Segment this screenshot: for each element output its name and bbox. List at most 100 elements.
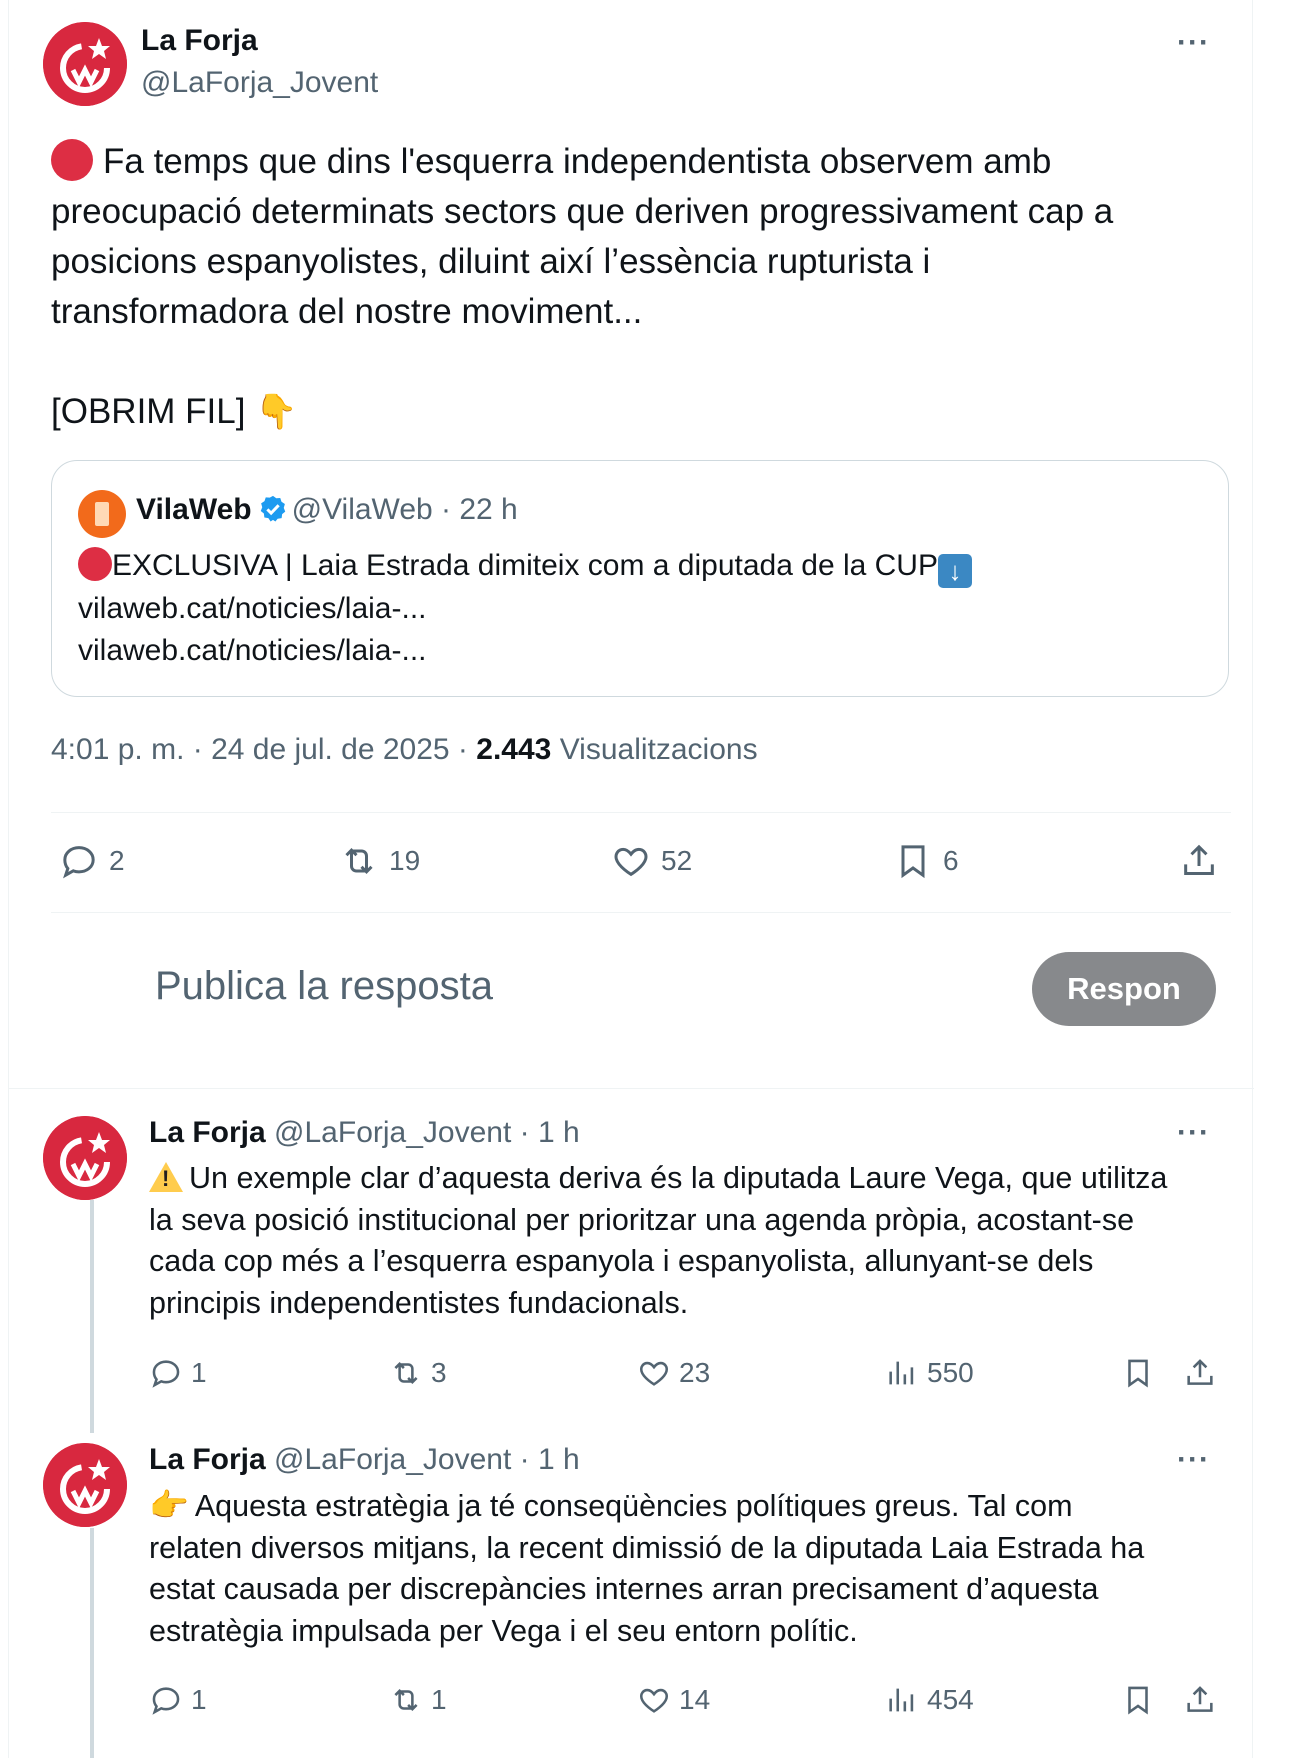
- views-label: Visualitzacions: [559, 733, 758, 766]
- repost-button[interactable]: 3: [389, 1356, 447, 1390]
- analytics-icon: [889, 1688, 914, 1712]
- author-avatar[interactable]: [43, 22, 127, 106]
- reply-button[interactable]: 2: [59, 841, 125, 881]
- bookmark-button[interactable]: [1121, 1683, 1163, 1717]
- views-count: 550: [927, 1357, 974, 1388]
- tweet-text-line: Fa temps que dins l'esquerra independent…: [103, 142, 1052, 181]
- quoted-handle-time: @VilaWeb · 22 h: [291, 493, 518, 526]
- reply-count: 1: [191, 1684, 207, 1715]
- bookmark-icon: [1128, 1686, 1148, 1715]
- share-button[interactable]: [1179, 841, 1229, 881]
- repost-icon: [394, 1688, 418, 1712]
- share-button[interactable]: [1183, 1356, 1225, 1390]
- reply-count: 2: [109, 845, 125, 876]
- reply-button[interactable]: 1: [149, 1356, 207, 1390]
- quoted-text: EXCLUSIVA | Laia Estrada dimiteix com a …: [112, 549, 938, 582]
- heart-icon: [640, 1361, 668, 1386]
- quoted-tweet-card[interactable]: VilaWeb @VilaWeb · 22 h EXCLUSIVA | Laia …: [51, 460, 1229, 697]
- analytics-icon: [889, 1361, 914, 1385]
- like-count: 52: [661, 845, 693, 876]
- bookmark-button[interactable]: [1121, 1356, 1163, 1390]
- pointing-right-emoji-icon: 👉: [149, 1487, 189, 1523]
- quoted-author-name: VilaWeb: [136, 493, 252, 526]
- divider: [9, 1088, 1254, 1089]
- author-handle-time[interactable]: @LaForja_Jovent · 1 h: [274, 1443, 580, 1476]
- reply-text-line: principis independentistes fundacionals.: [149, 1285, 689, 1320]
- author-handle-time[interactable]: @LaForja_Jovent · 1 h: [274, 1116, 580, 1149]
- tweet-text: Fa temps que dins l'esquerra independent…: [51, 137, 1231, 437]
- reply-actions: 1 3 23 550: [149, 1356, 1229, 1400]
- repost-button[interactable]: 1: [389, 1683, 447, 1717]
- reply-text-line: cada cop més a l’esquerra espanyola i es…: [149, 1244, 1094, 1278]
- reply-input[interactable]: Publica la resposta: [155, 964, 493, 1009]
- author-name[interactable]: La Forja: [149, 1116, 266, 1149]
- more-options-icon[interactable]: ···: [1177, 1443, 1210, 1477]
- bookmark-icon: [1128, 1359, 1148, 1388]
- reply-header: La Forja @LaForja_Jovent · 1 h: [149, 1443, 580, 1477]
- reply-actions: 1 1 14 454: [149, 1683, 1229, 1727]
- like-button[interactable]: 23: [637, 1356, 710, 1390]
- reply-composer: Publica la resposta Respon: [9, 912, 1254, 1087]
- tweet-meta: 4:01 p. m. · 24 de jul. de 2025 · 2.443 …: [51, 733, 758, 767]
- tweet-timestamp[interactable]: 4:01 p. m. · 24 de jul. de 2025 ·: [51, 733, 476, 766]
- reply-text: Un exemple clar d’aquesta deriva és la d…: [149, 1158, 1229, 1324]
- divider: [51, 812, 1231, 813]
- red-circle-emoji-icon: [51, 139, 93, 181]
- repost-button[interactable]: 19: [339, 841, 420, 881]
- more-options-icon[interactable]: ···: [1177, 26, 1210, 60]
- reply-text-line: relaten diversos mitjans, la recent dimi…: [149, 1530, 1145, 1565]
- bookmark-button[interactable]: 6: [893, 841, 959, 881]
- share-icon: [1187, 1359, 1213, 1385]
- thread-label: [OBRIM FIL]: [51, 392, 246, 431]
- quoted-link[interactable]: vilaweb.cat/noticies/laia-...: [78, 588, 1208, 630]
- repost-count: 3: [431, 1357, 447, 1388]
- tweet-thread-frame: La Forja @LaForja_Jovent ··· Fa temps qu…: [8, 0, 1254, 1758]
- author-avatar[interactable]: [43, 1443, 127, 1527]
- quoted-link[interactable]: vilaweb.cat/noticies/laia-...: [78, 630, 1208, 672]
- quoted-tweet-header: VilaWeb @VilaWeb · 22 h: [136, 493, 518, 527]
- repost-icon: [345, 848, 373, 874]
- like-count: 14: [679, 1684, 711, 1715]
- reply-text-line: estat causada per discrepàncies internes…: [149, 1572, 1099, 1606]
- repost-count: 1: [431, 1684, 447, 1715]
- reply-text-line: Aquesta estratègia ja té conseqüències p…: [194, 1489, 1073, 1523]
- reply-submit-button[interactable]: Respon: [1032, 952, 1216, 1026]
- reply-text-line: la seva posició institucional per priori…: [149, 1202, 1135, 1237]
- author-name[interactable]: La Forja: [141, 24, 258, 58]
- tweet-text-line: transformadora del nostre moviment...: [51, 292, 643, 331]
- pointing-down-emoji-icon: 👇: [255, 393, 298, 431]
- la-forja-logo-icon: [43, 22, 127, 106]
- heart-icon: [614, 847, 648, 877]
- bookmark-icon: [901, 845, 925, 879]
- reply-icon: [152, 1360, 180, 1388]
- share-button[interactable]: [1183, 1683, 1225, 1717]
- vilaweb-avatar: [78, 490, 126, 538]
- views-button[interactable]: 550: [885, 1356, 974, 1390]
- reply-text: 👉 Aquesta estratègia ja té conseqüències …: [149, 1485, 1229, 1652]
- heart-icon: [640, 1688, 668, 1713]
- author-name[interactable]: La Forja: [149, 1443, 266, 1476]
- views-button[interactable]: 454: [885, 1683, 974, 1717]
- more-options-icon[interactable]: ···: [1177, 1116, 1210, 1150]
- reply-header: La Forja @LaForja_Jovent · 1 h: [149, 1116, 580, 1150]
- red-circle-emoji-icon: [78, 547, 112, 581]
- reply-button[interactable]: 1: [149, 1683, 207, 1717]
- reply-icon: [152, 1687, 180, 1715]
- reply-text-line: Un exemple clar d’aquesta deriva és la d…: [189, 1161, 1168, 1195]
- author-avatar[interactable]: [43, 1116, 127, 1200]
- down-arrow-emoji-icon: ↓: [937, 554, 972, 588]
- thread-reply[interactable]: La Forja @LaForja_Jovent · 1 h ··· 👉 Aque…: [9, 1425, 1254, 1755]
- thread-reply[interactable]: La Forja @LaForja_Jovent · 1 h ··· Un ex…: [9, 1098, 1254, 1418]
- la-forja-logo-icon: [43, 1116, 127, 1200]
- warning-emoji-icon: [149, 1162, 183, 1192]
- repost-count: 19: [389, 845, 421, 876]
- like-button[interactable]: 14: [637, 1683, 710, 1717]
- reply-text-line: estratègia impulsada per Vega i el seu e…: [149, 1613, 858, 1648]
- verified-badge-icon: [260, 495, 285, 522]
- tweet-actions: 2 19 52 6: [51, 838, 1231, 888]
- tweet-text-line: posicions espanyolistes, diluint així l’…: [51, 242, 931, 281]
- like-count: 23: [679, 1357, 711, 1388]
- author-handle[interactable]: @LaForja_Jovent: [141, 66, 378, 100]
- like-button[interactable]: 52: [611, 841, 692, 881]
- share-icon: [1187, 1686, 1213, 1712]
